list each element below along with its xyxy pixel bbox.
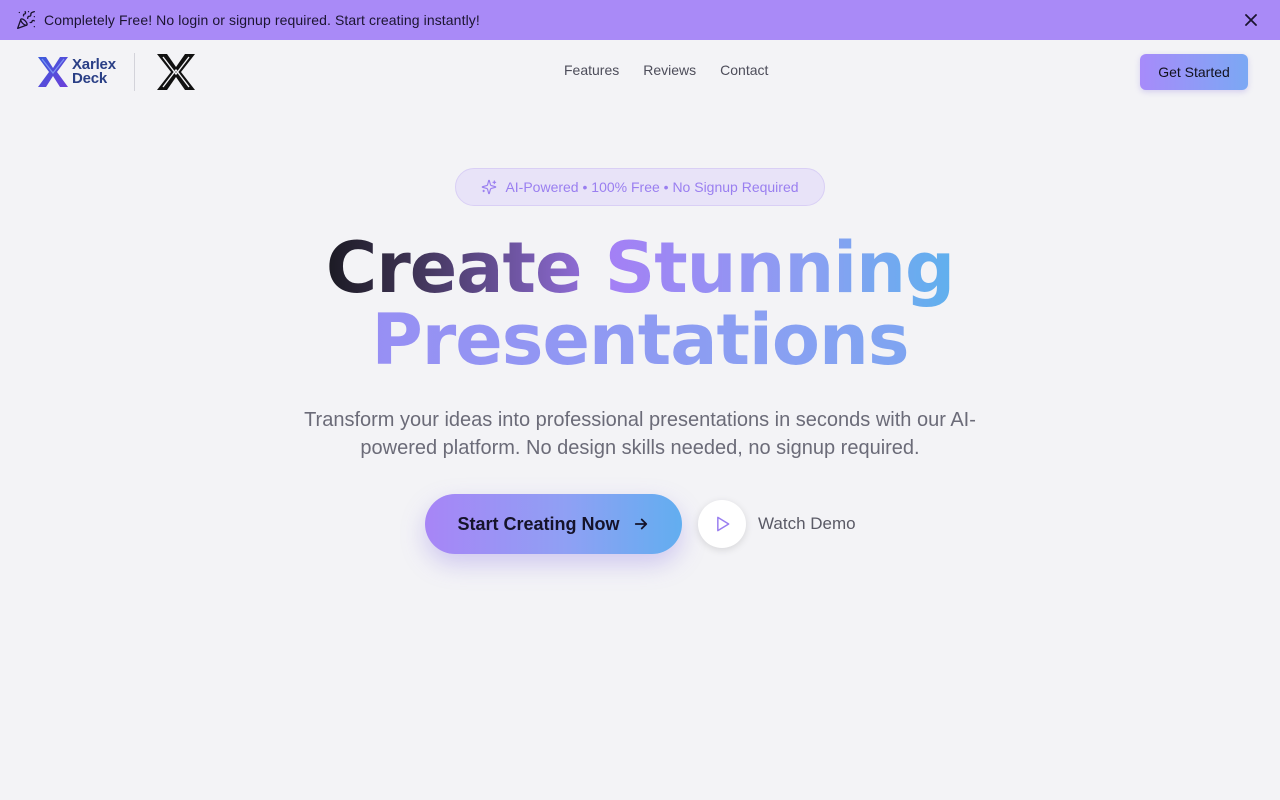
hero-badge: AI-Powered • 100% Free • No Signup Requi…	[455, 168, 825, 206]
nav-link-features[interactable]: Features	[564, 62, 619, 78]
xarlex-logo-icon	[38, 57, 68, 87]
hero-headline-line2: Presentations	[0, 304, 1280, 376]
nav-link-reviews[interactable]: Reviews	[643, 62, 696, 78]
site-header: Xarlex Deck Features Reviews Contact Get…	[0, 40, 1280, 104]
headline-word-create: Create	[325, 227, 583, 309]
close-icon[interactable]	[1242, 11, 1260, 29]
hero-subtitle: Transform your ideas into professional p…	[304, 409, 976, 459]
nav-link-contact[interactable]: Contact	[720, 62, 768, 78]
brand-divider	[133, 53, 135, 91]
brand-name: Xarlex Deck	[72, 57, 116, 87]
get-started-button[interactable]: Get Started	[1140, 54, 1248, 90]
headline-word-stunning: Stunning	[604, 227, 955, 309]
brand-name-line2: Deck	[72, 70, 108, 87]
watch-demo-button[interactable]: Watch Demo	[698, 500, 856, 548]
announcement-text: Completely Free! No login or signup requ…	[44, 12, 480, 28]
sparkles-icon	[482, 179, 497, 195]
x-logo-icon	[156, 54, 195, 90]
hero-headline: Create Stunning Presentations	[0, 232, 1280, 376]
brand-logo[interactable]: Xarlex Deck	[36, 52, 197, 92]
watch-demo-label: Watch Demo	[758, 514, 856, 533]
main-nav: Features Reviews Contact	[564, 62, 768, 78]
play-button[interactable]	[698, 500, 746, 548]
party-popper-icon	[16, 10, 36, 30]
start-creating-button[interactable]: Start Creating Now	[425, 494, 682, 554]
start-creating-label: Start Creating Now	[457, 513, 620, 534]
arrow-right-icon	[634, 518, 647, 530]
play-icon	[717, 516, 730, 532]
hero-badge-text: AI-Powered • 100% Free • No Signup Requi…	[505, 179, 799, 195]
hero-headline-line1: Create Stunning	[0, 232, 1280, 304]
announcement-bar: Completely Free! No login or signup requ…	[0, 0, 1280, 40]
